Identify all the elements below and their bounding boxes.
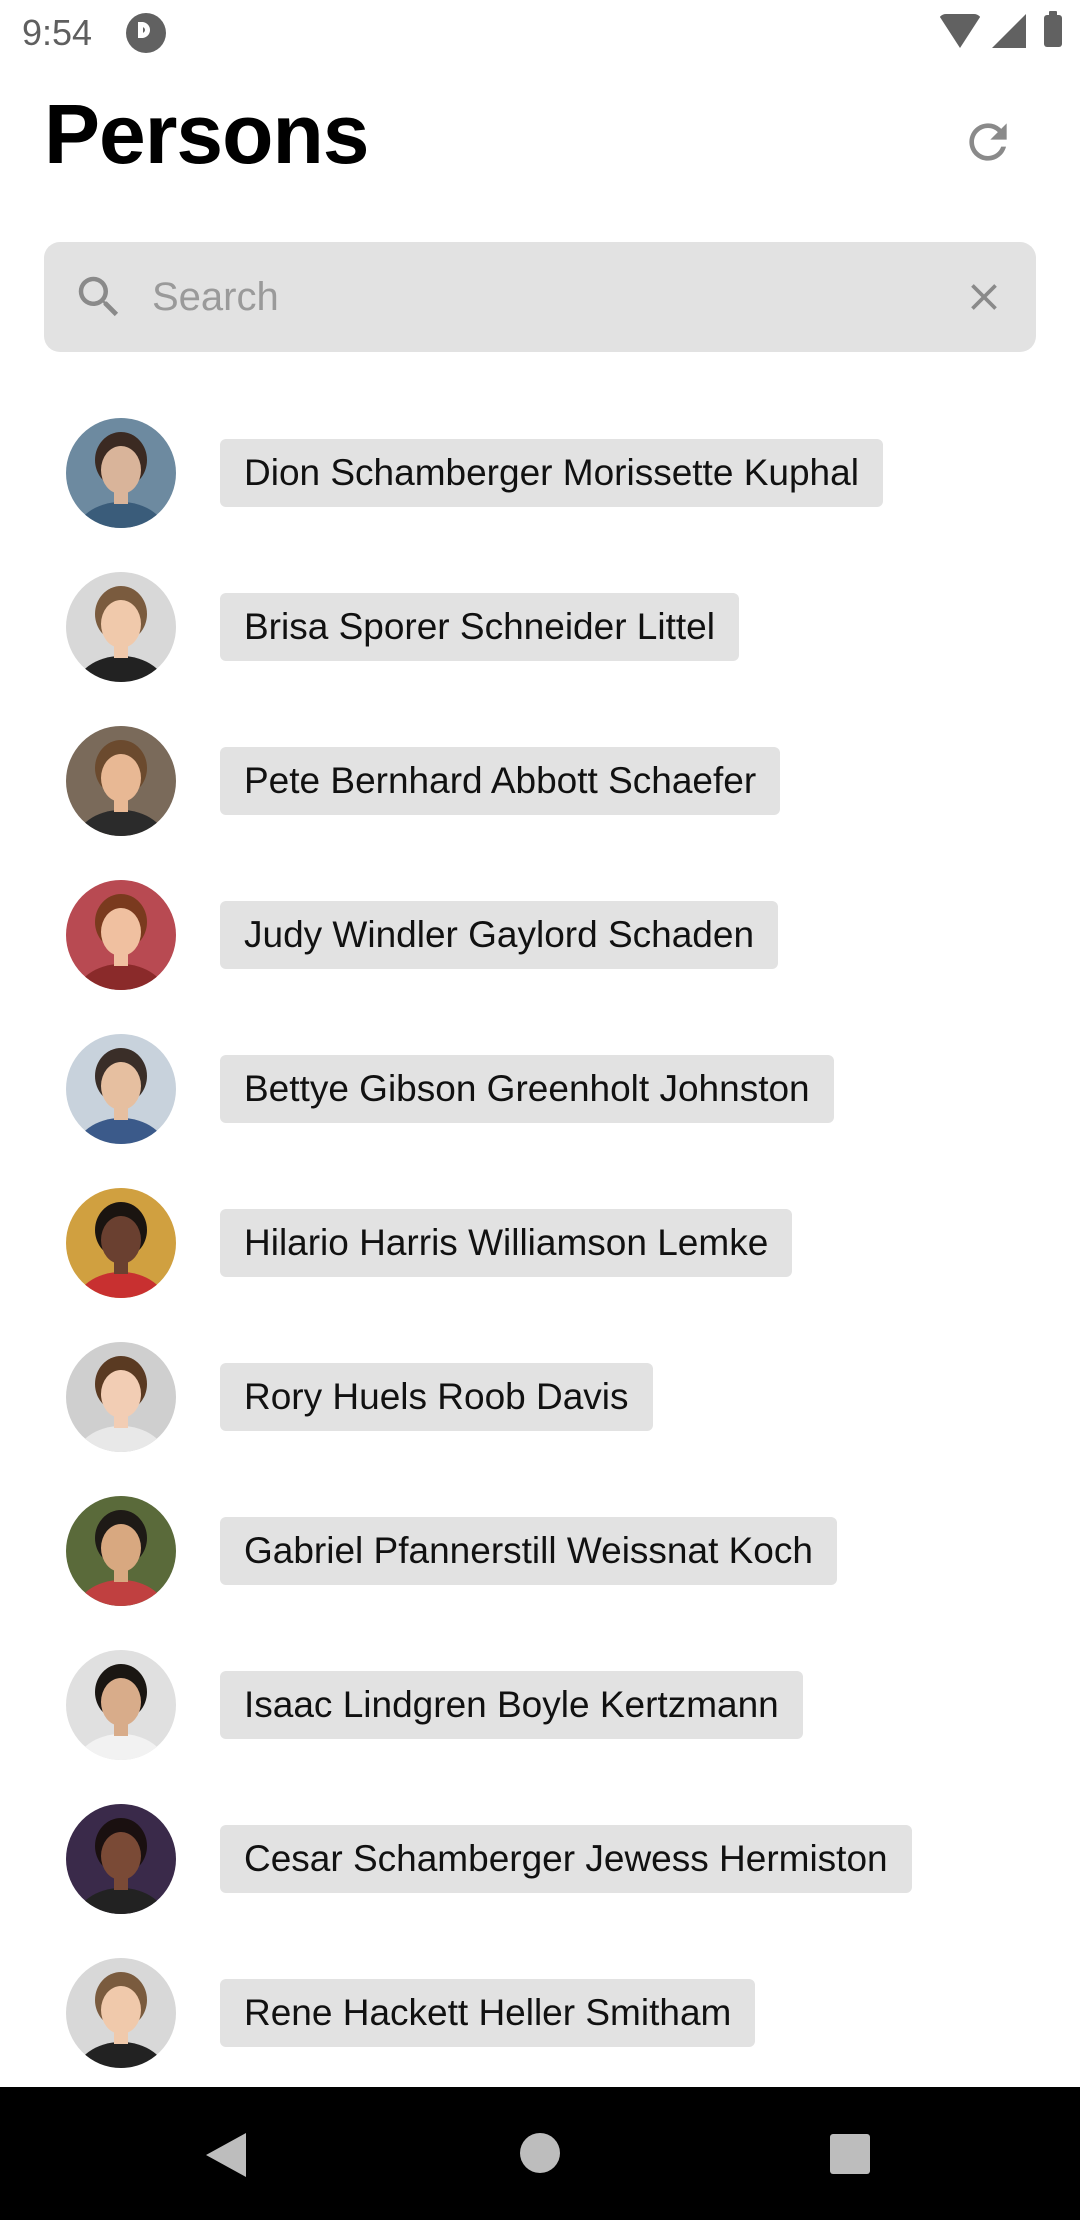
avatar (66, 1342, 176, 1452)
page-title: Persons (44, 87, 369, 181)
person-name: Dion Schamberger Morissette Kuphal (220, 439, 883, 507)
signal-icon (992, 14, 1026, 48)
person-list-item[interactable]: Pete Bernhard Abbott Schaefer (0, 726, 1080, 880)
avatar (66, 1650, 176, 1760)
back-triangle-icon[interactable] (206, 2133, 246, 2177)
person-name: Pete Bernhard Abbott Schaefer (220, 747, 781, 815)
person-name: Rory Huels Roob Davis (220, 1363, 653, 1431)
navigation-bar (0, 2087, 1080, 2220)
avatar (66, 418, 176, 528)
avatar (66, 572, 176, 682)
person-list-item[interactable]: Cesar Schamberger Jewess Hermiston (0, 1804, 1080, 1958)
avatar (66, 1034, 176, 1144)
avatar (66, 1804, 176, 1914)
recents-square-icon[interactable] (830, 2134, 870, 2174)
refresh-icon (969, 123, 1007, 161)
close-icon[interactable] (962, 275, 1006, 319)
refresh-button[interactable] (960, 114, 1016, 170)
avatar (66, 1188, 176, 1298)
person-name: Judy Windler Gaylord Schaden (220, 901, 779, 969)
status-time: 9:54 (22, 12, 93, 53)
person-name: Bettye Gibson Greenholt Johnston (220, 1055, 834, 1123)
wifi-icon (938, 14, 982, 48)
app-notification-icon (126, 13, 166, 53)
avatar (66, 1496, 176, 1606)
person-list-item[interactable]: Brisa Sporer Schneider Littel (0, 572, 1080, 726)
avatar (66, 726, 176, 836)
search-bar (44, 242, 1036, 352)
person-list-item[interactable]: Dion Schamberger Morissette Kuphal (0, 418, 1080, 572)
person-name: Gabriel Pfannerstill Weissnat Koch (220, 1517, 837, 1585)
person-list-item[interactable]: Rory Huels Roob Davis (0, 1342, 1080, 1496)
battery-icon (1044, 11, 1062, 47)
person-list-item[interactable]: Isaac Lindgren Boyle Kertzmann (0, 1650, 1080, 1804)
person-list-item[interactable]: Gabriel Pfannerstill Weissnat Koch (0, 1496, 1080, 1650)
home-circle-icon[interactable] (520, 2133, 560, 2173)
person-name: Isaac Lindgren Boyle Kertzmann (220, 1671, 803, 1739)
search-input[interactable] (152, 242, 952, 352)
person-name: Rene Hackett Heller Smitham (220, 1979, 756, 2047)
person-list-item[interactable]: Bettye Gibson Greenholt Johnston (0, 1034, 1080, 1188)
person-list-item[interactable]: Hilario Harris Williamson Lemke (0, 1188, 1080, 1342)
person-name: Cesar Schamberger Jewess Hermiston (220, 1825, 912, 1893)
status-bar: 9:54 (0, 0, 1080, 66)
person-list-item[interactable]: Judy Windler Gaylord Schaden (0, 880, 1080, 1034)
search-icon (78, 276, 119, 317)
avatar (66, 1958, 176, 2068)
person-name: Hilario Harris Williamson Lemke (220, 1209, 793, 1277)
person-name: Brisa Sporer Schneider Littel (220, 593, 739, 661)
avatar (66, 880, 176, 990)
status-icons (938, 11, 1062, 48)
